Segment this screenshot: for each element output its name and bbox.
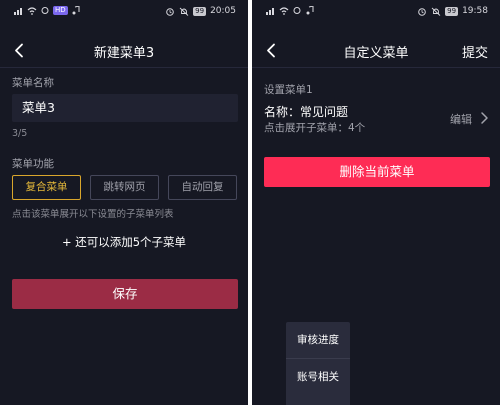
mute-bell-icon xyxy=(431,7,441,16)
wifi-icon xyxy=(27,7,37,15)
music-note-icon xyxy=(72,6,80,15)
signal-icon xyxy=(266,8,274,15)
status-time: 20:05 xyxy=(210,6,236,16)
popup-item-review-progress[interactable]: 审核进度 xyxy=(286,322,350,359)
nav-divider xyxy=(252,67,500,68)
alarm-icon xyxy=(166,7,174,16)
page-title: 新建菜单3 xyxy=(93,46,155,61)
new-menu-screen: HD 99 20:05 新建菜单3 菜单名称 菜单3 3/5 菜单功能 复合菜单… xyxy=(0,0,248,405)
screenshot-canvas: HD 99 20:05 新建菜单3 菜单名称 菜单3 3/5 菜单功能 复合菜单… xyxy=(0,0,500,405)
mute-bell-icon xyxy=(179,7,189,16)
status-left: HD xyxy=(14,6,81,15)
popup-item-account[interactable]: 账号相关 xyxy=(286,359,350,396)
delete-menu-button[interactable]: 删除当前菜单 xyxy=(264,157,490,187)
menu-item-name: 名称：常见问题 xyxy=(264,105,349,119)
menu-name-label: 菜单名称 xyxy=(12,77,54,89)
status-bar: HD 99 20:05 xyxy=(0,0,248,24)
notification-dot-icon xyxy=(41,7,49,14)
char-counter: 3/5 xyxy=(12,128,28,139)
nav-bar: 自定义菜单 提交 xyxy=(252,32,500,70)
wifi-icon xyxy=(279,7,289,15)
save-button[interactable]: 保存 xyxy=(12,279,238,309)
status-right: 99 19:58 xyxy=(417,6,488,16)
edit-link[interactable]: 编辑 xyxy=(450,111,472,127)
battery-level: 99 xyxy=(193,6,207,16)
function-option-webpage[interactable]: 跳转网页 xyxy=(90,175,159,200)
signal-icon xyxy=(14,8,22,15)
menu-name-input[interactable]: 菜单3 xyxy=(12,94,238,122)
chevron-right-icon xyxy=(481,112,488,124)
alarm-icon xyxy=(418,7,426,16)
status-time: 19:58 xyxy=(462,6,488,16)
nav-divider xyxy=(0,67,248,68)
battery-level: 99 xyxy=(445,6,459,16)
menu-item-row[interactable]: 名称：常见问题 点击展开子菜单：4个 编辑 xyxy=(252,98,500,138)
function-hint: 点击该菜单展开以下设置的子菜单列表 xyxy=(12,209,174,220)
music-note-icon xyxy=(306,6,314,15)
status-right: 99 20:05 xyxy=(165,6,236,16)
hd-badge: HD xyxy=(53,6,68,15)
submenu-popup: 审核进度 账号相关 xyxy=(286,322,350,405)
status-left xyxy=(266,6,315,15)
custom-menu-screen: 99 19:58 自定义菜单 提交 设置菜单1 名称：常见问题 点击展开子菜单：… xyxy=(252,0,500,405)
function-option-auto-reply[interactable]: 自动回复 xyxy=(168,175,237,200)
menu-function-label: 菜单功能 xyxy=(12,158,54,170)
status-bar: 99 19:58 xyxy=(252,0,500,24)
add-submenu-button[interactable]: + 还可以添加5个子菜单 xyxy=(0,234,248,250)
menu-item-subcount: 点击展开子菜单：4个 xyxy=(264,122,366,134)
submit-button[interactable]: 提交 xyxy=(462,42,488,61)
function-option-composite[interactable]: 复合菜单 xyxy=(12,175,81,200)
notification-dot-icon xyxy=(293,7,301,14)
section-label: 设置菜单1 xyxy=(264,84,313,96)
nav-bar: 新建菜单3 xyxy=(0,32,248,70)
